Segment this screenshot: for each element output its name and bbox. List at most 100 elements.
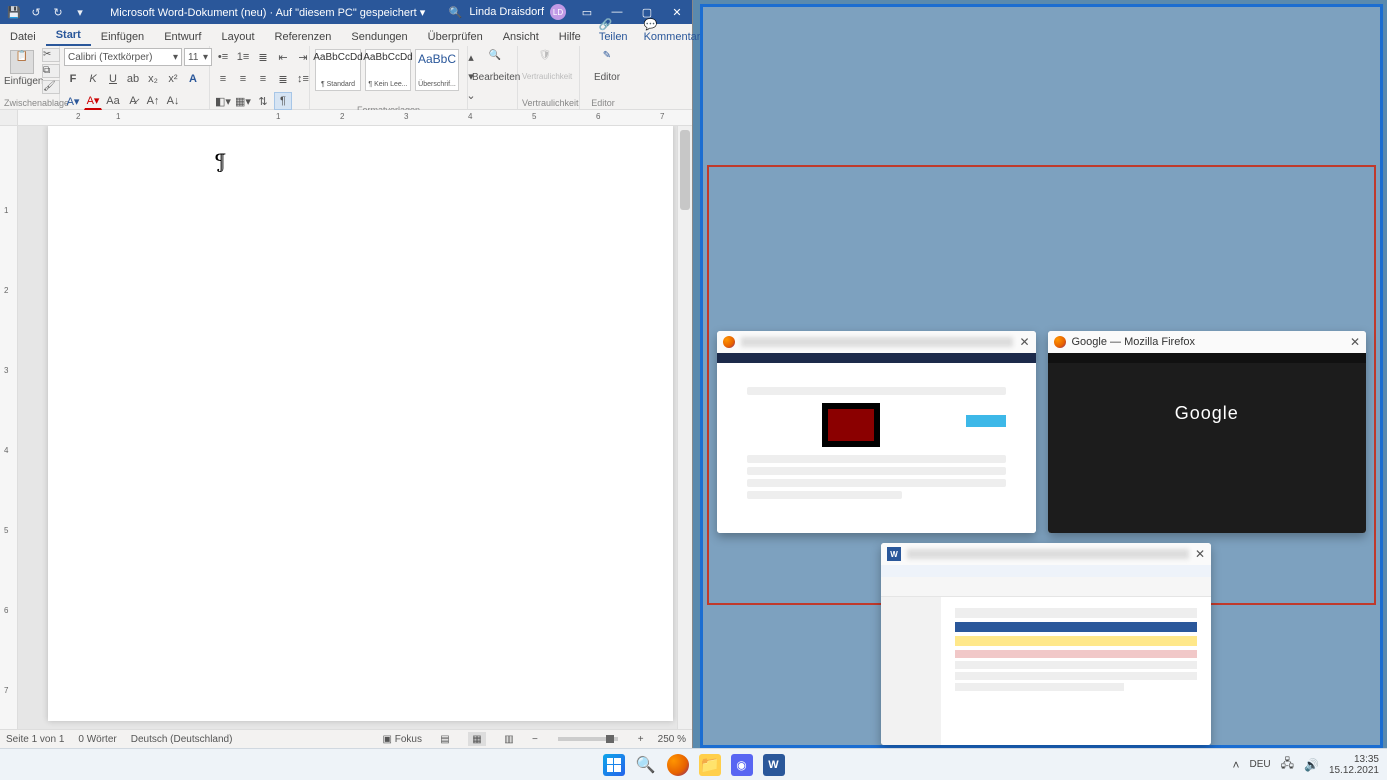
style-no-spacing[interactable]: AaBbCcDd ¶ Kein Lee... <box>365 49 411 91</box>
redo-icon[interactable]: ↻ <box>50 4 66 20</box>
show-hide-marks-button[interactable]: ¶ <box>274 92 292 110</box>
tray-language[interactable]: DEU <box>1249 759 1270 770</box>
tab-help[interactable]: Hilfe <box>549 28 591 46</box>
status-page[interactable]: Seite 1 von 1 <box>6 734 64 745</box>
search-icon[interactable]: 🔍 <box>447 4 463 20</box>
taskbar-word-button[interactable]: W <box>763 754 785 776</box>
read-mode-icon[interactable]: ▤ <box>436 732 454 746</box>
tab-draw[interactable]: Entwurf <box>154 28 211 46</box>
taskbar-search-button[interactable]: 🔍 <box>635 754 657 776</box>
status-lang[interactable]: Deutsch (Deutschland) <box>131 734 233 745</box>
align-center-button[interactable]: ≡ <box>234 70 252 88</box>
ruler-num: 2 <box>76 112 80 121</box>
font-name-select[interactable]: Calibri (Textkörper)▾ <box>64 48 182 66</box>
document-title[interactable]: Microsoft Word-Dokument (neu) · Auf "die… <box>88 6 447 19</box>
tab-references[interactable]: Referenzen <box>265 28 342 46</box>
close-icon[interactable]: ✕ <box>1350 335 1360 349</box>
save-icon[interactable]: 💾 <box>6 4 22 20</box>
bullets-button[interactable]: •≡ <box>214 48 232 66</box>
shrink-font-button[interactable]: A↓ <box>164 92 182 110</box>
strike-button[interactable]: ab <box>124 70 142 88</box>
undo-icon[interactable]: ↺ <box>28 4 44 20</box>
font-size-select[interactable]: 11▾ <box>184 48 212 66</box>
clear-format-button[interactable]: A̷ <box>124 92 142 110</box>
tab-layout[interactable]: Layout <box>211 28 264 46</box>
snap-candidate-firefox-1[interactable]: ✕ <box>717 331 1036 533</box>
tab-home[interactable]: Start <box>46 26 91 46</box>
firefox-icon <box>1054 336 1066 348</box>
tray-overflow-icon[interactable]: ˄ <box>1232 758 1239 772</box>
print-layout-icon[interactable]: ▦ <box>468 732 486 746</box>
ribbon-tabs: Datei Start Einfügen Entwurf Layout Refe… <box>0 24 692 46</box>
text-effects-button[interactable]: A <box>184 70 202 88</box>
taskbar-explorer-button[interactable]: 📁 <box>699 754 721 776</box>
align-left-button[interactable]: ≡ <box>214 70 232 88</box>
bold-button[interactable]: F <box>64 70 82 88</box>
page-scroll-area[interactable]: ¶ <box>18 126 677 729</box>
system-tray: ˄ DEU 🖧 🔊 13:35 15.12.2021 <box>1232 754 1387 776</box>
editor-button[interactable]: ✎ Editor <box>584 48 630 83</box>
superscript-button[interactable]: x² <box>164 70 182 88</box>
tray-clock[interactable]: 13:35 15.12.2021 <box>1329 754 1379 776</box>
share-button[interactable]: 🔗 Teilen <box>591 15 636 46</box>
paste-button[interactable]: 📋 Einfügen <box>4 48 40 87</box>
tray-date: 15.12.2021 <box>1329 765 1379 776</box>
taskbar-firefox-button[interactable] <box>667 754 689 776</box>
zoom-slider[interactable] <box>558 737 618 741</box>
focus-mode-button[interactable]: ▣ Fokus <box>382 734 421 745</box>
status-words[interactable]: 0 Wörter <box>78 734 116 745</box>
snap-candidate-firefox-google[interactable]: Google — Mozilla Firefox ✕ Google <box>1048 331 1367 533</box>
web-layout-icon[interactable]: ▥ <box>500 732 518 746</box>
style-normal[interactable]: AaBbCcDd ¶ Standard <box>315 49 361 91</box>
network-icon[interactable]: 🖧 <box>1281 754 1294 775</box>
tab-insert[interactable]: Einfügen <box>91 28 154 46</box>
copy-icon[interactable]: ⧉ <box>42 64 60 78</box>
numbering-button[interactable]: 1≡ <box>234 48 252 66</box>
highlight-button[interactable]: A▾ <box>64 92 82 110</box>
close-icon[interactable]: ✕ <box>1195 547 1205 561</box>
multilevel-button[interactable]: ≣ <box>254 48 272 66</box>
taskbar: 🔍 📁 ◉ W ˄ DEU 🖧 🔊 13:35 15.12.2021 <box>0 748 1387 780</box>
indent-left-button[interactable]: ⇤ <box>274 48 292 66</box>
qa-dropdown-icon[interactable]: ▾ <box>72 4 88 20</box>
google-logo: Google <box>1048 363 1367 424</box>
zoom-value[interactable]: 250 % <box>658 734 686 745</box>
cut-icon[interactable]: ✂ <box>42 48 60 62</box>
document-page[interactable]: ¶ <box>48 126 673 721</box>
underline-button[interactable]: U <box>104 70 122 88</box>
zoom-out-button[interactable]: − <box>532 734 538 745</box>
volume-icon[interactable]: 🔊 <box>1304 758 1319 772</box>
tab-mailings[interactable]: Sendungen <box>341 28 417 46</box>
horizontal-ruler[interactable]: 2 1 1 2 3 4 5 6 7 <box>0 110 692 126</box>
tab-view[interactable]: Ansicht <box>493 28 549 46</box>
grow-font-button[interactable]: A↑ <box>144 92 162 110</box>
tab-review[interactable]: Überprüfen <box>418 28 493 46</box>
font-color-button[interactable]: A▾ <box>84 92 102 110</box>
start-button[interactable] <box>603 754 625 776</box>
tab-file[interactable]: Datei <box>0 28 46 46</box>
sensitivity-group-label: Vertraulichkeit <box>522 97 575 109</box>
vertical-ruler[interactable]: 1 2 3 4 5 6 7 <box>0 126 18 729</box>
firefox-icon <box>723 336 735 348</box>
snap-candidate-word[interactable]: W ✕ <box>881 543 1211 745</box>
zoom-in-button[interactable]: + <box>638 734 644 745</box>
change-case-button[interactable]: Aa <box>104 92 122 110</box>
format-painter-icon[interactable]: 🖌 <box>42 80 60 94</box>
shield-icon: 🛡 <box>535 50 555 70</box>
vertical-scrollbar[interactable] <box>677 126 692 729</box>
scrollbar-thumb[interactable] <box>680 130 690 210</box>
italic-button[interactable]: K <box>84 70 102 88</box>
subscript-button[interactable]: x₂ <box>144 70 162 88</box>
borders-button[interactable]: ▦▾ <box>234 92 252 110</box>
ruler-num: 1 <box>276 112 280 121</box>
close-icon[interactable]: ✕ <box>1019 335 1029 349</box>
user-account[interactable]: Linda Draisdorf LD <box>463 4 572 20</box>
style-heading1[interactable]: AaBbC Überschrif... <box>415 49 459 91</box>
shading-button[interactable]: ◧▾ <box>214 92 232 110</box>
sort-button[interactable]: ⇅ <box>254 92 272 110</box>
sensitivity-button[interactable]: 🛡 Vertraulichkeit <box>522 48 568 81</box>
editing-button[interactable]: 🔍 Bearbeiten <box>472 48 518 83</box>
taskbar-discord-button[interactable]: ◉ <box>731 754 753 776</box>
align-right-button[interactable]: ≡ <box>254 70 272 88</box>
justify-button[interactable]: ≣ <box>274 70 292 88</box>
